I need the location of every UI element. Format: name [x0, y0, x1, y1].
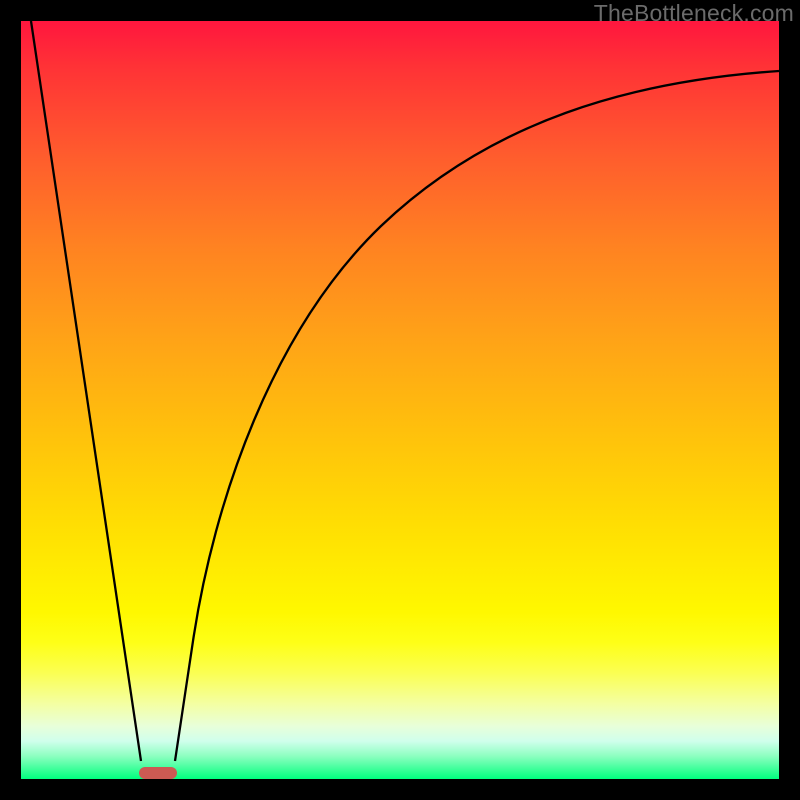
left-descent-line	[31, 21, 141, 761]
watermark-text: TheBottleneck.com	[594, 0, 794, 27]
optimum-marker	[139, 767, 177, 779]
right-ascent-curve	[175, 71, 779, 761]
curve-overlay	[21, 21, 779, 779]
